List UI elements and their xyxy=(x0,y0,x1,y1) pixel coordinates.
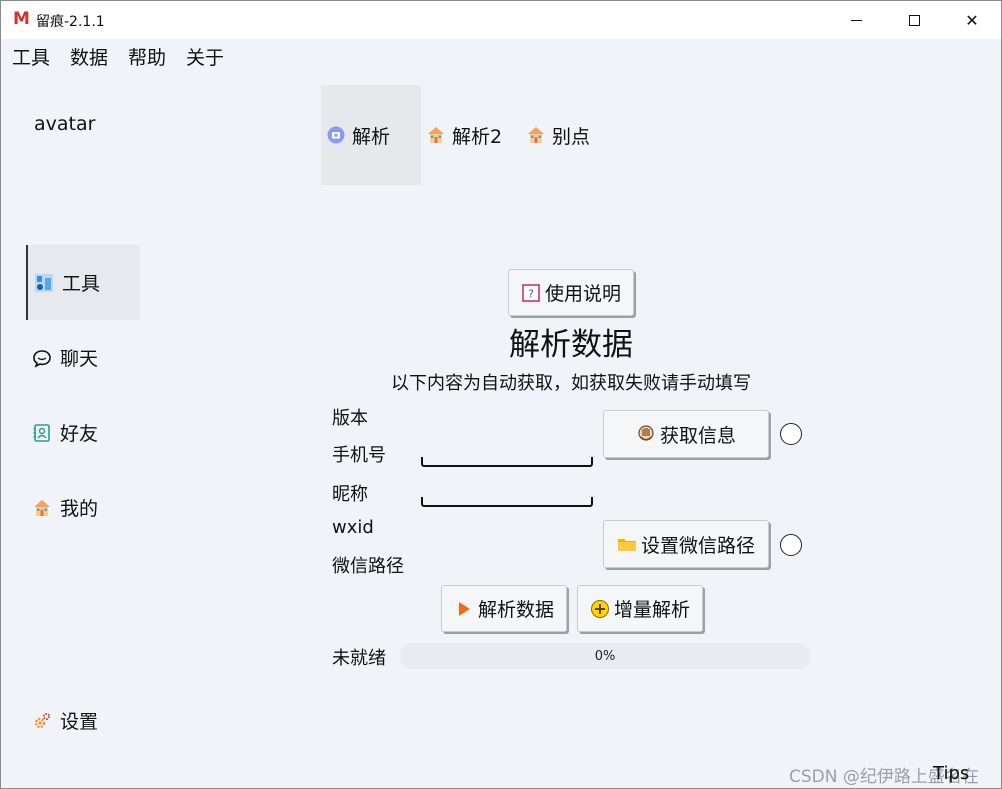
plus-circle-icon xyxy=(590,599,609,618)
question-icon: ? xyxy=(522,283,540,302)
sidebar-item-label: 设置 xyxy=(60,711,99,733)
progress-bar: 0% xyxy=(400,643,810,669)
menu-about[interactable]: 关于 xyxy=(186,43,224,70)
parse-icon xyxy=(327,126,345,144)
sidebar-item-label: 我的 xyxy=(60,498,99,520)
set-path-label: 设置微信路径 xyxy=(640,534,755,557)
window-title: 留痕-2.1.1 xyxy=(36,14,105,30)
sidebar-item-label: 好友 xyxy=(60,423,99,445)
maximize-button[interactable] xyxy=(885,1,943,39)
help-button-label: 使用说明 xyxy=(544,283,621,305)
close-icon: ✕ xyxy=(965,10,979,30)
sidebar-item-label: 工具 xyxy=(62,273,101,295)
menu-data[interactable]: 数据 xyxy=(70,43,108,70)
version-label: 版本 xyxy=(332,408,368,429)
sidebar-item-settings[interactable]: 设置 xyxy=(26,683,140,758)
help-button[interactable]: ? 使用说明 xyxy=(508,269,634,316)
house-icon xyxy=(428,127,444,143)
parse-data-button[interactable]: 解析数据 xyxy=(441,585,567,632)
house-icon xyxy=(528,127,544,143)
tab-parse2[interactable]: 解析2 xyxy=(421,85,521,185)
wechat-path-label: 微信路径 xyxy=(332,556,404,577)
svg-text:?: ? xyxy=(528,287,534,300)
nickname-label: 昵称 xyxy=(332,484,368,505)
chat-icon xyxy=(33,349,51,368)
path-status-radio[interactable] xyxy=(780,534,802,556)
page-subtitle: 以下内容为自动获取，如获取失败请手动填写 xyxy=(391,373,751,394)
app-window: M 留痕-2.1.1 ✕ 工具 数据 帮助 关于 avatar 工具 聊天 好友… xyxy=(0,0,1002,789)
phone-label: 手机号 xyxy=(332,445,386,466)
sidebar-item-friends[interactable]: 好友 xyxy=(26,395,140,470)
tab-label: 别点 xyxy=(552,125,591,148)
avatar[interactable]: avatar xyxy=(34,113,95,135)
sidebar: avatar 工具 聊天 好友 我的 设置 xyxy=(1,73,151,789)
tools-icon xyxy=(35,273,53,292)
minimize-icon xyxy=(850,19,862,21)
tab-alias[interactable]: 别点 xyxy=(521,85,621,185)
app-logo: M xyxy=(13,9,30,29)
parse-data-label: 解析数据 xyxy=(477,599,554,621)
tips-label[interactable]: Tips xyxy=(933,763,969,784)
house-icon xyxy=(34,499,50,516)
phone-input[interactable] xyxy=(421,457,593,467)
hand-icon xyxy=(638,425,654,441)
close-button[interactable]: ✕ xyxy=(943,1,1001,39)
get-info-button[interactable]: 获取信息 xyxy=(603,410,769,458)
maximize-icon xyxy=(908,14,920,26)
menu-tools[interactable]: 工具 xyxy=(12,43,50,70)
play-icon xyxy=(458,601,470,616)
menu-bar: 工具 数据 帮助 关于 xyxy=(1,39,1001,73)
get-info-label: 获取信息 xyxy=(659,424,736,447)
tab-label: 解析 xyxy=(352,125,391,148)
progress-text: 0% xyxy=(594,648,616,664)
title-bar: M 留痕-2.1.1 ✕ xyxy=(1,1,1001,39)
sidebar-item-tools[interactable]: 工具 xyxy=(26,245,140,320)
folder-icon xyxy=(617,539,636,551)
set-wechat-path-button[interactable]: 设置微信路径 xyxy=(603,520,769,568)
tab-parse[interactable]: 解析 xyxy=(321,85,421,185)
minimize-button[interactable] xyxy=(827,1,885,39)
nickname-input[interactable] xyxy=(421,497,593,507)
incremental-parse-button[interactable]: 增量解析 xyxy=(577,585,703,632)
contacts-icon xyxy=(33,423,50,442)
wxid-label: wxid xyxy=(332,517,374,538)
info-status-radio[interactable] xyxy=(780,423,802,445)
menu-help[interactable]: 帮助 xyxy=(128,43,166,70)
tab-label: 解析2 xyxy=(452,125,503,148)
sidebar-item-mine[interactable]: 我的 xyxy=(26,470,140,545)
incremental-parse-label: 增量解析 xyxy=(613,599,690,621)
status-label: 未就绪 xyxy=(332,648,386,669)
sidebar-item-label: 聊天 xyxy=(60,348,99,370)
gear-icon xyxy=(34,712,50,728)
page-title: 解析数据 xyxy=(509,327,633,363)
sidebar-item-chat[interactable]: 聊天 xyxy=(26,320,140,395)
